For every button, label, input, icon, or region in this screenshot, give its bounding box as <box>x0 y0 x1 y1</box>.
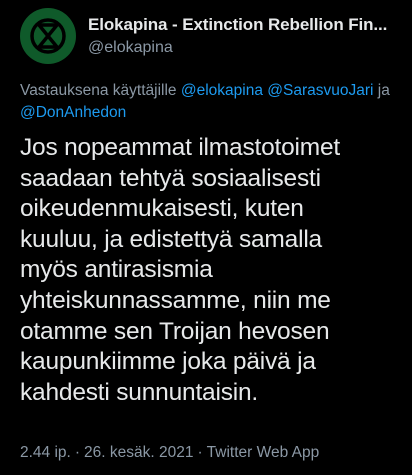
tweet-text-line: otamme sen Troijan hevosen <box>20 317 330 345</box>
tweet-text: Jos nopeammat ilmastotoimet saadaan teht… <box>20 133 405 408</box>
extinction-symbol-icon <box>30 18 66 54</box>
tweet-text-line: saadaan tehtyä sosiaalisesti <box>20 164 321 192</box>
tweet-text-line: yhteiskunnassamme, niin me <box>20 286 331 314</box>
tweet-time[interactable]: 2.44 ip. <box>20 444 71 461</box>
mention-link[interactable]: @SarasvuoJari <box>267 82 373 99</box>
tweet-source[interactable]: Twitter Web App <box>207 444 320 461</box>
meta-separator: · <box>197 444 203 461</box>
meta-separator: · <box>74 444 81 461</box>
tweet-text-line: kahdesti sunnuntaisin. <box>20 378 259 406</box>
author-display-name[interactable]: Elokapina - Extinction Rebellion Fin... <box>88 15 387 35</box>
reply-conjunction: ja <box>377 82 390 99</box>
mention-link[interactable]: @DonAnhedon <box>20 104 126 121</box>
author-handle[interactable]: @elokapina <box>88 39 387 57</box>
tweet-text-line: myös antirasismia <box>20 256 213 284</box>
avatar[interactable] <box>20 8 76 64</box>
tweet-text-line: kaupunkiimme joka päivä ja <box>20 348 316 376</box>
mention-link[interactable]: @elokapina <box>181 82 263 99</box>
tweet-meta: 2.44 ip. · 26. kesäk. 2021 · Twitter Web App <box>20 444 319 462</box>
tweet-text-line: oikeudenmukaisesti, kuten <box>20 195 304 223</box>
tweet: Elokapina - Extinction Rebellion Fin... … <box>0 0 412 475</box>
reply-prefix: Vastauksena käyttäjille <box>20 82 177 99</box>
author-names: Elokapina - Extinction Rebellion Fin... … <box>88 15 387 57</box>
reply-context: Vastauksena käyttäjille @elokapina @Sara… <box>20 80 400 124</box>
tweet-header: Elokapina - Extinction Rebellion Fin... … <box>20 8 387 64</box>
tweet-text-line: Jos nopeammat ilmastotoimet <box>20 134 341 161</box>
tweet-text-line: kuuluu, ja edistettyä samalla <box>20 225 322 253</box>
tweet-date[interactable]: 26. kesäk. 2021 <box>84 444 193 461</box>
